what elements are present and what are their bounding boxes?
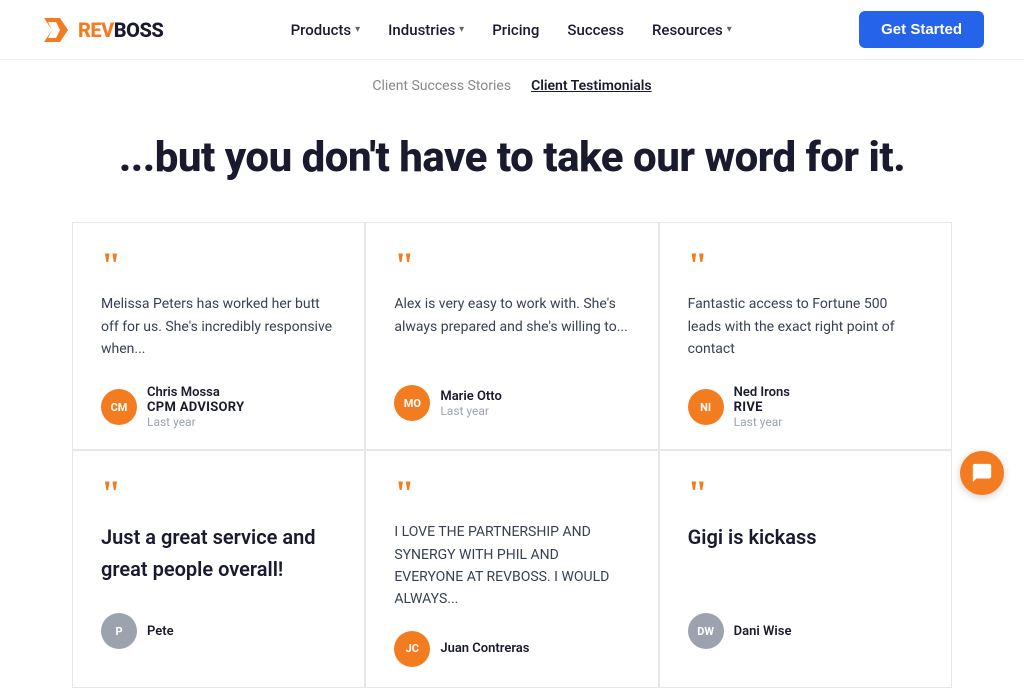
- testimonial-card: " I LOVE THE PARTNERSHIP AND SYNERGY WIT…: [365, 450, 658, 688]
- testimonial-text: Gigi is kickass: [688, 521, 923, 593]
- quote-icon: ": [688, 247, 923, 283]
- author-info: Pete: [147, 624, 174, 639]
- author-time: Last year: [440, 404, 502, 418]
- logo[interactable]: REVBOSS: [40, 14, 163, 46]
- testimonial-text: I LOVE THE PARTNERSHIP AND SYNERGY WITH …: [394, 521, 629, 611]
- chat-widget-button[interactable]: [960, 451, 1004, 495]
- page-title: ...but you don't have to take our word f…: [60, 134, 964, 182]
- testimonial-author: DW Dani Wise: [688, 613, 923, 649]
- quote-icon: ": [101, 475, 336, 511]
- testimonials-grid: " Melissa Peters has worked her butt off…: [32, 222, 992, 688]
- chevron-down-icon: ▾: [727, 24, 732, 35]
- author-name: Juan Contreras: [440, 641, 529, 656]
- quote-icon: ": [101, 247, 336, 283]
- author-info: Chris Mossa CPM Advisory Last year: [147, 385, 244, 429]
- nav-links: Products ▾ Industries ▾ Pricing Success …: [291, 21, 732, 39]
- quote-icon: ": [688, 475, 923, 511]
- author-company: RIVE: [734, 400, 790, 415]
- logo-text: REVBOSS: [78, 18, 163, 42]
- chevron-down-icon: ▾: [355, 24, 360, 35]
- testimonial-author: CM Chris Mossa CPM Advisory Last year: [101, 385, 336, 429]
- author-name: Ned Irons: [734, 385, 790, 400]
- testimonial-card: " Fantastic access to Fortune 500 leads …: [659, 222, 952, 450]
- nav-success[interactable]: Success: [567, 21, 624, 39]
- author-info: Dani Wise: [734, 624, 792, 639]
- avatar: JC: [394, 631, 430, 667]
- avatar: MO: [394, 385, 430, 421]
- author-time: Last year: [147, 415, 244, 429]
- author-info: Marie Otto Last year: [440, 389, 502, 418]
- chat-icon: [971, 462, 993, 484]
- get-started-button[interactable]: Get Started: [859, 11, 984, 48]
- avatar: DW: [688, 613, 724, 649]
- testimonial-author: MO Marie Otto Last year: [394, 385, 629, 421]
- nav-pricing[interactable]: Pricing: [492, 21, 539, 39]
- author-time: Last year: [734, 415, 790, 429]
- testimonial-text: Alex is very easy to work with. She's al…: [394, 293, 629, 365]
- author-name: Dani Wise: [734, 624, 792, 639]
- testimonial-author: P Pete: [101, 613, 336, 649]
- testimonial-text: Fantastic access to Fortune 500 leads wi…: [688, 293, 923, 365]
- nav-industries[interactable]: Industries ▾: [388, 21, 464, 39]
- testimonial-card: " Just a great service and great people …: [72, 450, 365, 688]
- nav-products[interactable]: Products ▾: [291, 21, 361, 39]
- navbar: REVBOSS Products ▾ Industries ▾ Pricing …: [0, 0, 1024, 60]
- breadcrumb-testimonials[interactable]: Client Testimonials: [531, 78, 652, 94]
- avatar: CM: [101, 389, 137, 425]
- testimonial-card: " Alex is very easy to work with. She's …: [365, 222, 658, 450]
- chevron-down-icon: ▾: [459, 24, 464, 35]
- quote-icon: ": [394, 475, 629, 511]
- avatar: NI: [688, 389, 724, 425]
- testimonial-author: JC Juan Contreras: [394, 631, 629, 667]
- author-info: Juan Contreras: [440, 641, 529, 656]
- breadcrumb-success-stories[interactable]: Client Success Stories: [372, 78, 511, 94]
- hero-section: ...but you don't have to take our word f…: [0, 104, 1024, 222]
- testimonial-card: " Gigi is kickass DW Dani Wise: [659, 450, 952, 688]
- author-name: Marie Otto: [440, 389, 502, 404]
- testimonial-text: Just a great service and great people ov…: [101, 521, 336, 593]
- logo-icon: [40, 14, 72, 46]
- avatar: P: [101, 613, 137, 649]
- testimonial-card: " Melissa Peters has worked her butt off…: [72, 222, 365, 450]
- testimonial-author: NI Ned Irons RIVE Last year: [688, 385, 923, 429]
- author-info: Ned Irons RIVE Last year: [734, 385, 790, 429]
- quote-icon: ": [394, 247, 629, 283]
- author-company: CPM Advisory: [147, 400, 244, 415]
- author-name: Pete: [147, 624, 174, 639]
- testimonial-text: Melissa Peters has worked her butt off f…: [101, 293, 336, 365]
- breadcrumb: Client Success Stories Client Testimonia…: [0, 60, 1024, 104]
- author-name: Chris Mossa: [147, 385, 244, 400]
- nav-resources[interactable]: Resources ▾: [652, 21, 732, 39]
